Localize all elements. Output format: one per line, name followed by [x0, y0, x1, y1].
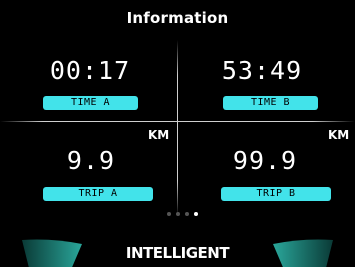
dashboard-screen: Information 00:17 TIME A 53:49 TIME B KM…: [0, 0, 355, 267]
mode-label: INTELLIGENT: [125, 244, 230, 262]
trip-a-unit: KM: [148, 128, 170, 142]
page-dot[interactable]: [167, 212, 171, 216]
time-a-label: TIME A: [43, 96, 138, 110]
time-b-label: TIME B: [223, 96, 318, 110]
page-dot-active[interactable]: [194, 212, 198, 216]
horizontal-divider: [0, 121, 355, 122]
page-title: Information: [126, 9, 229, 27]
page-dot[interactable]: [185, 212, 189, 216]
time-a-value: 00:17: [49, 56, 131, 85]
trip-a-value: 9.9: [66, 146, 116, 175]
vertical-divider: [177, 40, 178, 216]
trip-a-label: TRIP A: [43, 187, 153, 201]
page-indicator[interactable]: [167, 212, 198, 216]
time-b-value: 53:49: [221, 56, 303, 85]
trip-b-unit: KM: [328, 128, 350, 142]
trip-b-label: TRIP B: [221, 187, 331, 201]
page-dot[interactable]: [176, 212, 180, 216]
trip-b-value: 99.9: [232, 146, 298, 175]
